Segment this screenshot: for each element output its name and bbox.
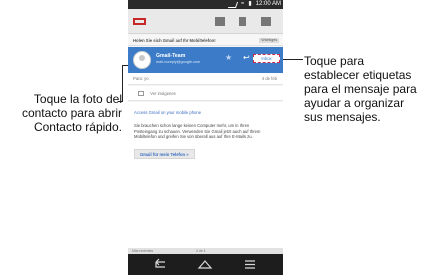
email-body: Access Gmail on your mobile phone Sie br…	[128, 102, 283, 248]
show-images-link[interactable]: Ver imágenes	[150, 91, 176, 96]
nav-bar	[128, 254, 283, 275]
image-icon	[138, 91, 144, 97]
mail-icon[interactable]	[261, 17, 271, 26]
home-icon[interactable]	[195, 258, 215, 271]
body-text: Sie brauchen schon lange keinen Computer…	[134, 123, 261, 140]
email-subject: Holen Sie sich Gmail auf Ihr Mobiltelefo…	[128, 35, 283, 46]
body-link[interactable]: Access Gmail on your mobile phone	[134, 110, 277, 115]
gmail-logo-icon[interactable]	[133, 18, 146, 25]
sender-address: mail-noreply@google.com	[156, 60, 201, 64]
callout-labels: Toque para establecer etiquetas para el …	[304, 54, 417, 124]
subject-text: Holen Sie sich Gmail auf Ihr Mobiltelefo…	[133, 38, 216, 43]
status-bar: ≈ ▮ 12:00 AM	[128, 0, 283, 9]
label-chip[interactable]: Wichtiges	[259, 38, 279, 43]
phone-screen: ≈ ▮ 12:00 AM Holen Sie sich Gmail auf Ih…	[128, 0, 283, 275]
menu-icon[interactable]	[240, 258, 260, 271]
pager-left[interactable]: Más recientes	[132, 249, 153, 253]
show-images-row[interactable]: Ver imágenes	[128, 86, 283, 101]
delete-icon[interactable]	[239, 17, 246, 26]
gmail-phone-button[interactable]: Gmail für mein Telefon »	[134, 148, 195, 159]
action-bar	[128, 9, 283, 34]
battery-icon: ▮	[248, 1, 252, 7]
star-icon[interactable]: ★	[225, 54, 232, 62]
inbox-label[interactable]: Inbox	[253, 54, 280, 63]
archive-icon[interactable]	[215, 17, 225, 26]
status-time: 12:00 AM	[255, 1, 281, 7]
sender-name[interactable]: Gmail-Team	[156, 53, 185, 59]
leader-line-left	[122, 65, 123, 101]
status-icons: ≈ ▮ 12:00 AM	[227, 0, 281, 9]
callout-contact-photo: Toque la foto del contacto para abrir Co…	[21, 92, 122, 134]
email-date: 4 de feb	[261, 76, 277, 81]
wifi-icon: ≈	[241, 1, 245, 7]
leader-line-left-foot	[118, 101, 123, 102]
contact-avatar[interactable]	[133, 51, 151, 69]
recipient-row[interactable]: Para: yo 4 de feb	[128, 73, 283, 85]
recipient-text: Para: yo	[133, 76, 149, 81]
reply-icon[interactable]: ↩	[243, 54, 250, 62]
leader-line-right	[281, 59, 303, 60]
back-icon[interactable]	[150, 258, 170, 271]
sender-bar: Gmail-Team mail-noreply@google.com ★ ↩ I…	[128, 47, 283, 73]
signal-icon	[227, 1, 239, 8]
